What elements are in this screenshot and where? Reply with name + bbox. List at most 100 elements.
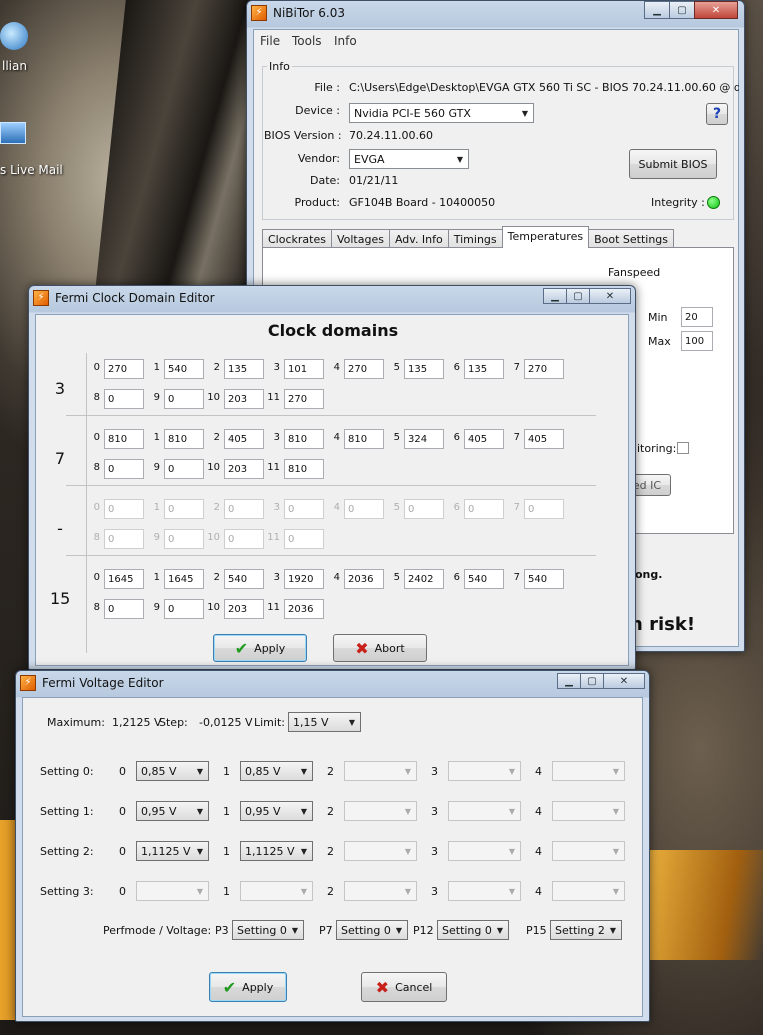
desktop-icon-label-mail[interactable]: s Live Mail [0, 163, 63, 177]
clock-domain-input[interactable]: 1920 [284, 569, 324, 589]
clock-domain-input[interactable]: 270 [344, 359, 384, 379]
close-button[interactable]: ✕ [603, 673, 645, 689]
clock-domain-input[interactable]: 2402 [404, 569, 444, 589]
clock-domain-input[interactable]: 405 [224, 429, 264, 449]
perfmode-select[interactable]: Setting 2 ▼ [550, 920, 622, 940]
clock-domain-input[interactable]: 135 [464, 359, 504, 379]
menu-info[interactable]: Info [334, 34, 357, 48]
clock-domain-input[interactable]: 810 [104, 429, 144, 449]
clock-domain-input: 0 [104, 499, 144, 519]
chevron-down-icon: ▼ [300, 846, 308, 856]
clock-domain-input: 0 [524, 499, 564, 519]
clock-domain-input[interactable]: 2036 [284, 599, 324, 619]
fan-max-input[interactable]: 100 [681, 331, 713, 351]
close-button[interactable]: ✕ [589, 288, 631, 304]
apply-button[interactable]: ✔ Apply [209, 972, 287, 1002]
domain-index-label: 5 [393, 572, 400, 583]
close-button[interactable]: ✕ [694, 1, 738, 19]
live-mail-icon[interactable] [0, 122, 26, 144]
vendor-select[interactable]: EVGA ▼ [349, 149, 469, 169]
tab-clockrates[interactable]: Clockrates [262, 229, 332, 248]
domain-index-label: 1 [153, 432, 160, 443]
title-bar[interactable]: ⚡ NiBiTor 6.03 ▁ ▢ ✕ [247, 1, 744, 25]
submit-bios-button[interactable]: Submit BIOS [629, 149, 717, 179]
clock-domain-input[interactable]: 0 [164, 459, 204, 479]
abort-button[interactable]: ✖ Abort [333, 634, 427, 662]
clock-domain-input[interactable]: 0 [104, 389, 144, 409]
voltage-select: ▼ [240, 881, 313, 901]
clock-domain-input[interactable]: 540 [164, 359, 204, 379]
clock-domain-input[interactable]: 135 [404, 359, 444, 379]
clock-domain-input[interactable]: 810 [284, 429, 324, 449]
clock-domain-input[interactable]: 810 [164, 429, 204, 449]
clock-domain-input[interactable]: 0 [104, 599, 144, 619]
domain-index-label: 11 [267, 532, 280, 543]
clock-domain-input[interactable]: 810 [284, 459, 324, 479]
voltage-select[interactable]: 0,85 V ▼ [136, 761, 209, 781]
clock-domain-input[interactable]: 540 [524, 569, 564, 589]
clock-domain-input: 0 [464, 499, 504, 519]
voltage-col-label: 3 [431, 805, 438, 818]
tab-boot-settings[interactable]: Boot Settings [588, 229, 675, 248]
clock-domain-input[interactable]: 540 [224, 569, 264, 589]
domain-index-label: 5 [393, 362, 400, 373]
maximize-button[interactable]: ▢ [580, 673, 604, 689]
clock-domain-input[interactable]: 0 [164, 599, 204, 619]
clock-domain-input[interactable]: 405 [464, 429, 504, 449]
minimize-button[interactable]: ▁ [557, 673, 581, 689]
fanspeed-label: Fanspeed [608, 266, 661, 279]
clock-domain-input[interactable]: 324 [404, 429, 444, 449]
menu-file[interactable]: File [260, 34, 280, 48]
clock-domain-input[interactable]: 203 [224, 459, 264, 479]
clock-domain-input[interactable]: 101 [284, 359, 324, 379]
perfmode-select[interactable]: Setting 0 ▼ [437, 920, 509, 940]
voltage-select[interactable]: 0,85 V ▼ [240, 761, 313, 781]
monitoring-checkbox[interactable] [677, 442, 689, 454]
help-button[interactable]: ? [706, 103, 728, 125]
clock-domain-input[interactable]: 270 [284, 389, 324, 409]
tab-timings[interactable]: Timings [447, 229, 503, 248]
tab-adv-info[interactable]: Adv. Info [388, 229, 449, 248]
clock-domain-input[interactable]: 203 [224, 389, 264, 409]
clock-editor-title-bar[interactable]: ⚡ Fermi Clock Domain Editor ▁ ▢ ✕ [29, 286, 635, 310]
perfmode-select[interactable]: Setting 0 ▼ [336, 920, 408, 940]
minimize-button[interactable]: ▁ [644, 1, 670, 19]
device-select[interactable]: Nvidia PCI-E 560 GTX ▼ [349, 103, 534, 123]
perfmode-label: Perfmode / Voltage: [103, 924, 212, 937]
cancel-button[interactable]: ✖ Cancel [361, 972, 447, 1002]
menu-tools[interactable]: Tools [292, 34, 322, 48]
clock-domain-input[interactable]: 0 [104, 459, 144, 479]
maximize-button[interactable]: ▢ [566, 288, 590, 304]
clock-domain-input[interactable]: 1645 [164, 569, 204, 589]
voltage-select[interactable]: 1,1125 V ▼ [136, 841, 209, 861]
voltage-col-label: 0 [119, 845, 126, 858]
voltage-select[interactable]: 1,1125 V ▼ [240, 841, 313, 861]
voltage-col-label: 4 [535, 885, 542, 898]
voltage-select[interactable]: 0,95 V ▼ [240, 801, 313, 821]
desktop-icon-image[interactable] [0, 22, 28, 50]
clock-domain-input[interactable]: 270 [524, 359, 564, 379]
clock-domain-input[interactable]: 540 [464, 569, 504, 589]
voltage-select[interactable]: 0,95 V ▼ [136, 801, 209, 821]
domain-index-label: 7 [513, 362, 520, 373]
clock-domain-input[interactable]: 2036 [344, 569, 384, 589]
clock-domain-input[interactable]: 810 [344, 429, 384, 449]
perfmode-select[interactable]: Setting 0 ▼ [232, 920, 304, 940]
tab-temperatures[interactable]: Temperatures [501, 226, 590, 248]
desktop-icon-label[interactable]: llian [2, 59, 27, 73]
voltage-editor-title-bar[interactable]: ⚡ Fermi Voltage Editor ▁ ▢ ✕ [16, 671, 649, 695]
voltage-col-label: 2 [327, 805, 334, 818]
tab-voltages[interactable]: Voltages [330, 229, 390, 248]
clock-domain-input[interactable]: 405 [524, 429, 564, 449]
clock-domain-input[interactable]: 1645 [104, 569, 144, 589]
maximize-button[interactable]: ▢ [669, 1, 695, 19]
apply-button[interactable]: ✔ Apply [213, 634, 307, 662]
clock-domain-input[interactable]: 270 [104, 359, 144, 379]
limit-select[interactable]: 1,15 V ▼ [288, 712, 361, 732]
fan-min-input[interactable]: 20 [681, 307, 713, 327]
clock-domain-input[interactable]: 0 [164, 389, 204, 409]
voltage-col-label: 4 [535, 845, 542, 858]
minimize-button[interactable]: ▁ [543, 288, 567, 304]
clock-domain-input[interactable]: 135 [224, 359, 264, 379]
clock-domain-input[interactable]: 203 [224, 599, 264, 619]
